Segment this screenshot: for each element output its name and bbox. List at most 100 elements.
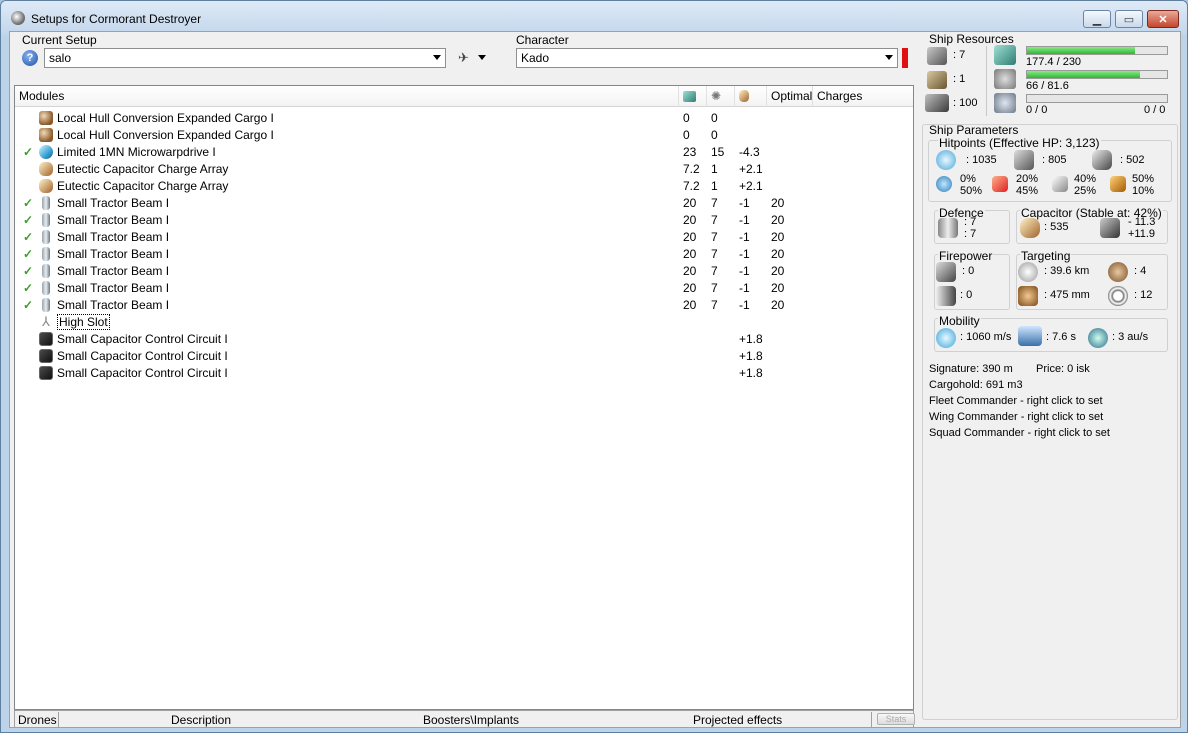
module-row[interactable]: Eutectic Capacitor Charge Array 7.2 1 +2.1 — [15, 160, 913, 177]
powergrid-value: 66 / 81.6 — [1026, 80, 1069, 92]
drone-bay-icon — [994, 93, 1016, 113]
module-row[interactable]: ⅄ High Slot — [15, 313, 913, 330]
defence-icon — [938, 218, 958, 238]
explosive-resist-b: 10% — [1132, 185, 1155, 197]
em-resist-icon — [936, 176, 952, 192]
max-targets: : 4 — [1134, 265, 1147, 277]
column-charges[interactable]: Charges — [813, 86, 913, 107]
character-dropdown[interactable]: Kado — [516, 48, 898, 68]
ship-tools-icon: ✈ — [458, 50, 469, 65]
module-row[interactable]: Eutectic Capacitor Charge Array 7.2 1 +2.1 — [15, 177, 913, 194]
thermal-resist-icon — [992, 176, 1008, 192]
module-row[interactable]: Small Capacitor Control Circuit I +1.8 — [15, 330, 913, 347]
tab-drones[interactable]: Drones — [18, 713, 57, 727]
module-name: Limited 1MN Microwarpdrive I — [57, 145, 216, 159]
cargo-expander-icon — [39, 111, 53, 125]
module-row[interactable]: Small Capacitor Control Circuit I +1.8 — [15, 347, 913, 364]
module-row[interactable]: Local Hull Conversion Expanded Cargo I 0 0 — [15, 126, 913, 143]
column-capacitor[interactable] — [735, 86, 767, 107]
maximize-button[interactable]: ▭ — [1115, 10, 1143, 28]
module-cpu: 20 — [683, 264, 697, 278]
title-bar[interactable]: Setups for Cormorant Destroyer ▁ ▭ ✕ — [1, 1, 1187, 35]
firepower-title: Firepower — [938, 249, 994, 263]
module-capacitor: -4.3 — [739, 145, 760, 159]
capacitor-array-icon — [39, 162, 53, 176]
module-row[interactable]: ✓ Small Tractor Beam I 20 7 -1 20 — [15, 296, 913, 313]
minimize-button[interactable]: ▁ — [1083, 10, 1111, 28]
module-row[interactable]: ✓ Small Tractor Beam I 20 7 -1 20 — [15, 211, 913, 228]
module-row[interactable]: Small Capacitor Control Circuit I +1.8 — [15, 364, 913, 381]
module-powergrid: 0 — [711, 128, 718, 142]
squad-commander-slot[interactable]: Squad Commander - right click to set — [929, 427, 1110, 439]
armor-icon — [1014, 150, 1034, 170]
module-powergrid: 7 — [711, 230, 718, 244]
tractor-beam-icon — [42, 264, 50, 278]
module-optimal: 20 — [771, 281, 785, 295]
current-setup-dropdown[interactable]: salo — [44, 48, 446, 68]
module-row[interactable]: ✓ Small Tractor Beam I 20 7 -1 20 — [15, 194, 913, 211]
module-row[interactable]: ✓ Small Tractor Beam I 20 7 -1 20 — [15, 245, 913, 262]
shield-icon — [936, 150, 956, 170]
module-name: Small Capacitor Control Circuit I — [57, 366, 228, 380]
kinetic-resist-icon — [1052, 176, 1068, 192]
module-powergrid: 7 — [711, 213, 718, 227]
module-optimal: 20 — [771, 213, 785, 227]
active-check-icon: ✓ — [23, 213, 34, 227]
capacitor-control-circuit-icon — [39, 349, 53, 363]
module-optimal: 20 — [771, 298, 785, 312]
cpu-bar — [1026, 46, 1168, 55]
column-powergrid[interactable]: ✺ — [707, 86, 735, 107]
active-check-icon: ✓ — [23, 298, 34, 312]
tractor-beam-icon — [42, 213, 50, 227]
targeting-title: Targeting — [1020, 249, 1072, 263]
module-capacitor: -1 — [739, 264, 750, 278]
modules-list[interactable]: Modules ✺ Optimal Charges Local Hull Con… — [14, 85, 914, 710]
module-row[interactable]: ✓ Small Tractor Beam I 20 7 -1 20 — [15, 279, 913, 296]
column-optimal[interactable]: Optimal — [767, 86, 813, 107]
armor-hp: : 805 — [1042, 154, 1067, 166]
module-capacitor: -1 — [739, 196, 750, 210]
powergrid-icon — [994, 69, 1016, 89]
module-name: Small Tractor Beam I — [57, 247, 170, 261]
tab-description[interactable]: Description — [171, 713, 231, 727]
module-row[interactable]: ✓ Small Tractor Beam I 20 7 -1 20 — [15, 228, 913, 245]
active-check-icon: ✓ — [23, 196, 34, 210]
max-velocity-icon — [936, 328, 956, 348]
tab-projected-effects[interactable]: Projected effects — [693, 713, 782, 727]
em-resist-a: 0% — [960, 173, 976, 185]
column-modules[interactable]: Modules — [15, 86, 679, 107]
align-time-icon — [1018, 326, 1042, 346]
launcher-slots-icon — [927, 71, 947, 89]
tab-separator — [58, 712, 59, 727]
help-icon[interactable]: ? — [22, 50, 38, 66]
explosive-resist-a: 50% — [1132, 173, 1155, 185]
targeting-range-icon — [1018, 262, 1038, 282]
cpu-value: 177.4 / 230 — [1026, 56, 1082, 68]
stats-button[interactable]: Stats — [877, 713, 915, 725]
powergrid-icon: ✺ — [711, 89, 722, 103]
module-row[interactable]: ✓ Small Tractor Beam I 20 7 -1 20 — [15, 262, 913, 279]
active-check-icon: ✓ — [23, 247, 34, 261]
module-cpu: 23 — [683, 145, 697, 159]
scan-resolution-icon — [1018, 286, 1038, 306]
capacitor-amount: : 535 — [1044, 221, 1069, 233]
column-cpu[interactable] — [679, 86, 707, 107]
close-button[interactable]: ✕ — [1147, 10, 1179, 28]
tab-boosters-implants[interactable]: Boosters\Implants — [423, 713, 519, 727]
kinetic-resist-a: 40% — [1074, 173, 1097, 185]
window-title: Setups for Cormorant Destroyer — [31, 12, 202, 26]
fleet-commander-slot[interactable]: Fleet Commander - right click to set — [929, 395, 1103, 407]
turret-dps-icon — [936, 262, 956, 282]
module-cpu: 7.2 — [683, 179, 700, 193]
wing-commander-slot[interactable]: Wing Commander - right click to set — [929, 411, 1103, 423]
module-row[interactable]: ✓ Limited 1MN Microwarpdrive I 23 15 -4.3 — [15, 143, 913, 160]
module-cpu: 20 — [683, 298, 697, 312]
module-optimal: 20 — [771, 247, 785, 261]
setup-tools-button[interactable]: ✈ — [458, 50, 490, 66]
capacitor-recharge: +11.9 — [1128, 228, 1156, 240]
module-row[interactable]: Local Hull Conversion Expanded Cargo I 0 0 — [15, 109, 913, 126]
module-capacitor: -1 — [739, 230, 750, 244]
warp-speed: : 3 au/s — [1112, 331, 1149, 343]
active-check-icon: ✓ — [23, 145, 34, 159]
module-cpu: 20 — [683, 247, 697, 261]
